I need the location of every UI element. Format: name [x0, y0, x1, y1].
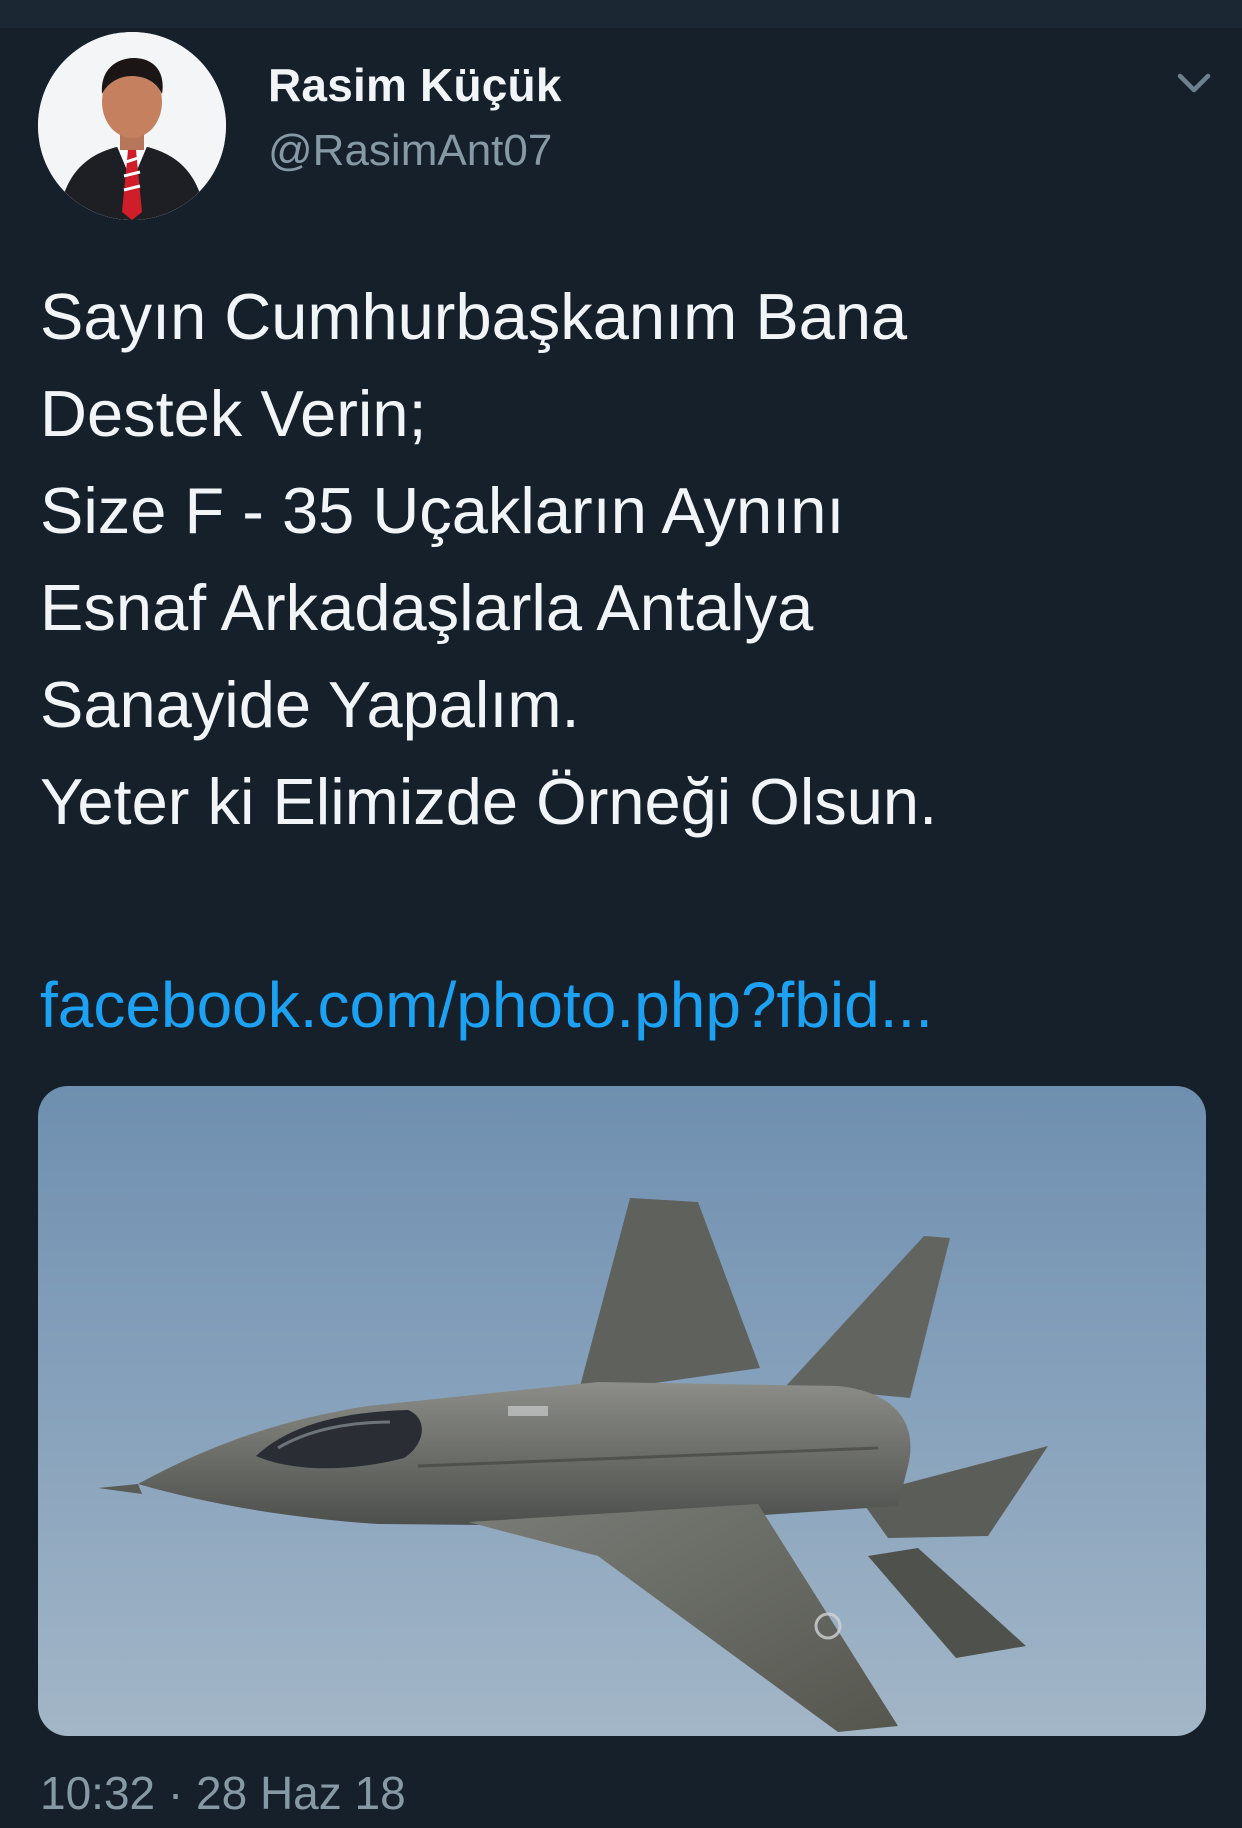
tweet-text-line: Esnaf Arkadaşlarla Antalya	[40, 571, 814, 644]
chevron-down-icon[interactable]	[1166, 56, 1222, 112]
fighter-jet-photo	[38, 1086, 1206, 1736]
top-status-strip	[0, 0, 1242, 28]
tweet: Rasim Küçük @RasimAnt07 Sayın Cumhurbaşk…	[0, 28, 1242, 1828]
tweet-link[interactable]: facebook.com/photo.php?fbid...	[40, 968, 933, 1042]
tweet-media-image[interactable]	[38, 1086, 1206, 1736]
tweet-text-line: Yeter ki Elimizde Örneği Olsun.	[40, 765, 938, 838]
tweet-text-line: Sayın Cumhurbaşkanım Bana	[40, 280, 908, 353]
avatar-photo	[38, 32, 226, 220]
author-handle[interactable]: @RasimAnt07	[268, 126, 552, 176]
timestamp-separator: ·	[167, 1767, 184, 1819]
author-display-name[interactable]: Rasim Küçük	[268, 58, 562, 112]
tweet-text: Sayın Cumhurbaşkanım Bana Destek Verin; …	[40, 268, 1200, 850]
tweet-date: 28 Haz 18	[196, 1767, 406, 1819]
avatar[interactable]	[38, 32, 226, 220]
tweet-time: 10:32	[40, 1767, 156, 1819]
tweet-text-line: Destek Verin;	[40, 377, 427, 450]
tweet-text-line: Size F - 35 Uçakların Aynını	[40, 474, 845, 547]
tweet-timestamp[interactable]: 10:32 · 28 Haz 18	[40, 1766, 406, 1820]
tweet-text-line: Sanayide Yapalım.	[40, 668, 580, 741]
